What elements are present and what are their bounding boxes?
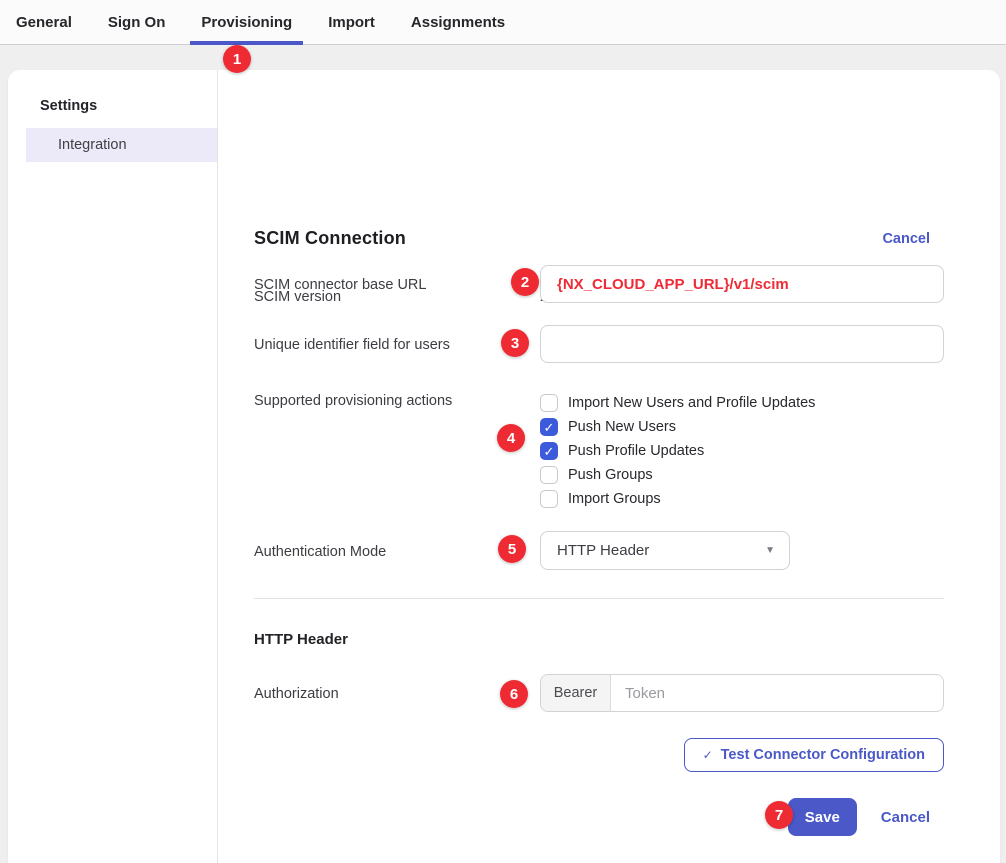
- checkbox-row-push-profile-updates[interactable]: ✓ Push Profile Updates: [540, 439, 815, 463]
- checkbox-label: Import New Users and Profile Updates: [568, 395, 815, 411]
- checkbox-unchecked-icon[interactable]: ✓: [540, 466, 558, 484]
- annotation-badge-2: 2: [511, 268, 539, 296]
- settings-sidebar: Settings Integration: [8, 70, 218, 863]
- checkbox-label: Import Groups: [568, 491, 661, 507]
- provisioning-actions-list: ✓ Import New Users and Profile Updates ✓ Pu…: [540, 391, 815, 511]
- http-header-section-heading: HTTP Header: [254, 631, 348, 648]
- annotation-badge-4: 4: [497, 424, 525, 452]
- checkbox-unchecked-icon[interactable]: ✓: [540, 394, 558, 412]
- tab-assignments[interactable]: Assignments: [411, 0, 505, 44]
- checkbox-row-push-new-users[interactable]: ✓ Push New Users: [540, 415, 815, 439]
- authorization-token-input[interactable]: [611, 675, 943, 711]
- page: { "tabs": [ {"label": "General", "active…: [0, 0, 1006, 863]
- annotation-badge-6: 6: [500, 680, 528, 708]
- tab-provisioning[interactable]: Provisioning: [201, 0, 292, 44]
- chevron-down-icon: ▼: [765, 545, 775, 556]
- annotation-badge-3: 3: [501, 329, 529, 357]
- tab-import[interactable]: Import: [328, 0, 375, 44]
- annotation-badge-1: 1: [223, 45, 251, 73]
- checkmark-icon: ✓: [544, 421, 555, 434]
- checkbox-row-import-new-users-and-profile-updates[interactable]: ✓ Import New Users and Profile Updates: [540, 391, 815, 415]
- checkmark-icon: ✓: [544, 445, 555, 458]
- sidebar-item-integration[interactable]: Integration: [26, 128, 217, 162]
- checkbox-checked-icon[interactable]: ✓: [540, 418, 558, 436]
- base-url-label: SCIM connector base URL: [254, 265, 540, 303]
- authentication-mode-value: HTTP Header: [557, 542, 649, 559]
- checkbox-row-import-groups[interactable]: ✓ Import Groups: [540, 487, 815, 511]
- checkbox-checked-icon[interactable]: ✓: [540, 442, 558, 460]
- section-divider: [254, 598, 944, 599]
- scim-connection-form: SCIM Connection Cancel SCIM version 2.0 …: [218, 70, 1000, 863]
- test-button-label: Test Connector Configuration: [721, 747, 925, 763]
- authorization-label: Authorization: [254, 674, 540, 712]
- annotation-badge-7: 7: [765, 801, 793, 829]
- authorization-input-group: Bearer: [540, 674, 944, 712]
- sidebar-heading: Settings: [8, 98, 217, 128]
- checkbox-unchecked-icon[interactable]: ✓: [540, 490, 558, 508]
- page-title: SCIM Connection: [254, 228, 406, 249]
- unique-identifier-label: Unique identifier field for users: [254, 325, 540, 363]
- footer-cancel-link[interactable]: Cancel: [881, 809, 930, 826]
- checkbox-label: Push Groups: [568, 467, 653, 483]
- checkbox-row-push-groups[interactable]: ✓ Push Groups: [540, 463, 815, 487]
- test-connector-configuration-button[interactable]: ✓ Test Connector Configuration: [684, 738, 944, 772]
- tab-general[interactable]: General: [16, 0, 72, 44]
- base-url-input[interactable]: [540, 265, 944, 303]
- tab-list: General Sign On Provisioning Import Assignme…: [16, 0, 541, 44]
- provisioning-card: Settings Integration SCIM Connection Can…: [8, 70, 1000, 863]
- tab-sign-on[interactable]: Sign On: [108, 0, 166, 44]
- authorization-prefix: Bearer: [541, 675, 611, 711]
- checkbox-label: Push New Users: [568, 419, 676, 435]
- provisioning-actions-label: Supported provisioning actions: [254, 391, 540, 511]
- header-cancel-link[interactable]: Cancel: [882, 231, 930, 247]
- sidebar-item-label: Integration: [58, 137, 127, 153]
- annotation-badge-5: 5: [498, 535, 526, 563]
- checkbox-label: Push Profile Updates: [568, 443, 704, 459]
- authentication-mode-select[interactable]: HTTP Header ▼: [540, 531, 790, 570]
- tab-bar: General Sign On Provisioning Import Assignme…: [0, 0, 1006, 45]
- save-button[interactable]: Save: [788, 798, 857, 836]
- unique-identifier-input[interactable]: [540, 325, 944, 363]
- checkmark-icon: ✓: [703, 748, 713, 762]
